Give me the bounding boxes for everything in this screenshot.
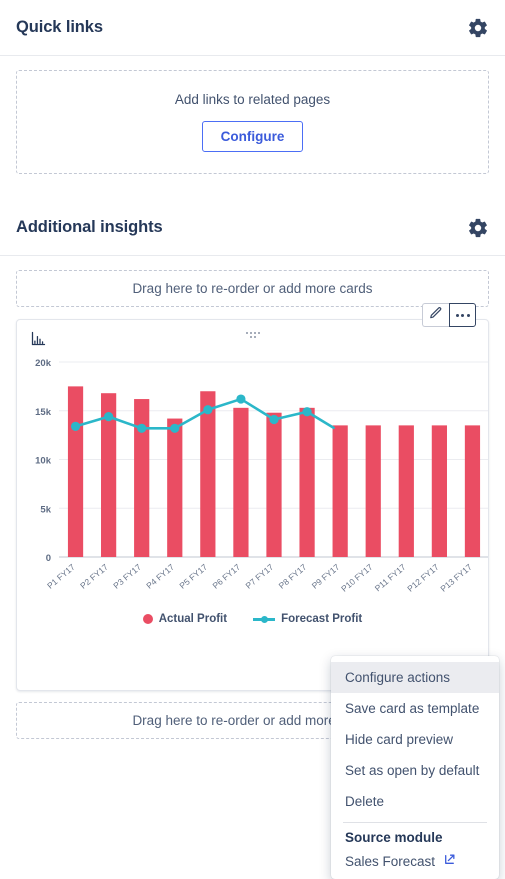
- menu-item-hide-card-preview[interactable]: Hide card preview: [331, 724, 499, 755]
- configure-button[interactable]: Configure: [201, 121, 304, 152]
- svg-text:P1 FY17: P1 FY17: [45, 562, 77, 591]
- additional-insights-title: Additional insights: [16, 218, 163, 236]
- svg-text:P5 FY17: P5 FY17: [177, 562, 209, 591]
- svg-text:P4 FY17: P4 FY17: [144, 562, 176, 591]
- pencil-icon: [429, 306, 443, 325]
- menu-item-configure-actions[interactable]: Configure actions: [331, 662, 499, 693]
- profit-chart: 0 5k 10k 15k 20k P1 FY17 P2 FY17 P3 FY17 P4 FY17…: [35, 358, 488, 594]
- menu-item-sales-forecast[interactable]: Sales Forecast: [331, 849, 499, 871]
- menu-item-save-card-as-template[interactable]: Save card as template: [331, 693, 499, 724]
- svg-text:P6 FY17: P6 FY17: [210, 562, 242, 591]
- legend-item-forecast: Forecast Profit: [253, 613, 362, 625]
- legend-marker-actual: [142, 614, 153, 624]
- dropzone-top[interactable]: Drag here to re-order or add more cards: [16, 270, 489, 307]
- svg-text:P2 FY17: P2 FY17: [78, 562, 110, 591]
- quick-links-body: Add links to related pages Configure: [0, 56, 505, 174]
- additional-insights-header: Additional insights: [0, 200, 505, 256]
- svg-text:10k: 10k: [35, 456, 52, 467]
- svg-text:P13 FY17: P13 FY17: [438, 562, 474, 594]
- legend-label-forecast: Forecast Profit: [281, 613, 363, 625]
- svg-text:P11 FY17: P11 FY17: [373, 562, 408, 594]
- drag-handle-icon[interactable]: [245, 332, 260, 338]
- svg-text:0: 0: [46, 553, 51, 564]
- bar-chart-icon: [31, 331, 46, 351]
- card-more-options-button[interactable]: [449, 303, 476, 327]
- svg-text:P3 FY17: P3 FY17: [111, 562, 143, 591]
- menu-section-source-module: Source module: [345, 830, 443, 845]
- menu-item-delete[interactable]: Delete: [331, 786, 499, 817]
- quick-links-header: Quick links: [0, 0, 505, 56]
- additional-insights-body: Drag here to re-order or add more cards: [0, 256, 505, 879]
- more-horizontal-icon: [455, 313, 470, 317]
- card-options-menu: Configure actions Save card as template …: [331, 656, 499, 879]
- menu-item-sales-forecast-label: Sales Forecast: [345, 853, 436, 869]
- menu-divider: [343, 822, 487, 823]
- svg-text:P8 FY17: P8 FY17: [277, 562, 309, 591]
- legend-item-actual: Actual Profit: [142, 613, 228, 625]
- quick-links-title: Quick links: [16, 18, 103, 36]
- quick-links-empty-text: Add links to related pages: [174, 92, 331, 107]
- chart-legend: Actual Profit Forecast Profit: [17, 613, 488, 625]
- card-header: [17, 320, 488, 354]
- svg-text:P7 FY17: P7 FY17: [244, 562, 276, 591]
- legend-marker-forecast: [253, 614, 276, 624]
- legend-label-actual: Actual Profit: [158, 613, 228, 625]
- gear-icon[interactable]: [467, 217, 489, 239]
- svg-text:P9 FY17: P9 FY17: [310, 562, 342, 591]
- edit-card-button[interactable]: [422, 303, 449, 327]
- external-link-icon: [443, 853, 456, 869]
- svg-text:15k: 15k: [35, 407, 52, 418]
- menu-item-set-as-open-by-default[interactable]: Set as open by default: [331, 755, 499, 786]
- insight-card: 0 5k 10k 15k 20k P1 FY17 P2 FY17 P3 FY17 P4 FY17…: [16, 319, 489, 691]
- svg-text:20k: 20k: [35, 358, 52, 369]
- card-toolbar: [422, 303, 476, 327]
- gear-icon[interactable]: [467, 17, 489, 39]
- chart-plot-area: 0 5k 10k 15k 20k P1 FY17 P2 FY17 P3 FY17 P4 FY17…: [25, 354, 488, 609]
- svg-text:P10 FY17: P10 FY17: [339, 562, 375, 594]
- svg-text:5k: 5k: [40, 504, 51, 515]
- insight-card-wrapper: 0 5k 10k 15k 20k P1 FY17 P2 FY17 P3 FY17 P4 FY17…: [16, 303, 499, 879]
- quick-links-empty-state: Add links to related pages Configure: [16, 70, 489, 174]
- svg-text:P12 FY17: P12 FY17: [405, 562, 441, 594]
